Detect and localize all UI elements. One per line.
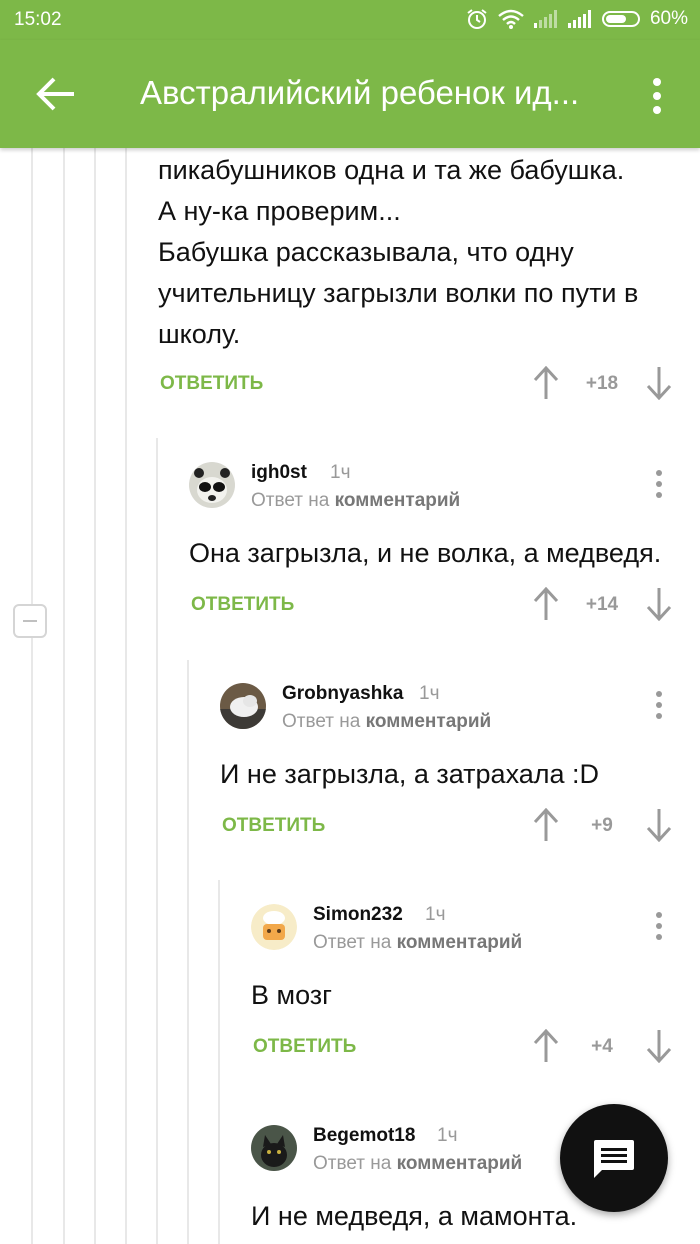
thread-line [218, 880, 220, 1244]
reply-button[interactable]: ОТВЕТИТЬ [160, 373, 263, 395]
comment-username[interactable]: Simon232 [313, 904, 403, 926]
reply-to-prefix: Ответ на [313, 1153, 392, 1174]
comment-username[interactable]: Grobnyashka [282, 683, 403, 705]
comment-score: +14 [585, 594, 619, 615]
comment-score: +9 [591, 815, 613, 836]
reply-to-line: Ответ на комментарий [313, 1153, 522, 1175]
wifi-icon [498, 9, 524, 29]
comment-text: В мозг [251, 980, 333, 1010]
reply-to-line: Ответ на комментарий [313, 932, 522, 954]
thread-line [187, 660, 189, 1244]
black-cat-avatar-icon [251, 1125, 297, 1171]
avatar[interactable] [251, 1125, 297, 1171]
new-comment-fab[interactable] [560, 1104, 668, 1212]
page-title: Австралийский ребенок ид... [140, 74, 580, 111]
reply-to-link[interactable]: комментарий [397, 1153, 523, 1174]
battery-icon [601, 11, 640, 27]
thread-line [125, 148, 127, 1244]
cat-photo-avatar-icon [220, 683, 266, 729]
avatar[interactable] [220, 683, 266, 729]
upvote-arrow-icon[interactable] [533, 808, 559, 842]
thread-line [63, 148, 65, 1244]
upvote-arrow-icon[interactable] [533, 587, 559, 621]
thread-line [156, 438, 158, 1244]
reply-to-link[interactable]: комментарий [397, 932, 523, 953]
battery-percent: 60% [649, 8, 688, 29]
comment-text-line: А ну-ка проверим... [158, 196, 401, 226]
signal-weak-icon [533, 10, 557, 28]
comment-text-line: учительницу загрызли волки по пути в [158, 278, 639, 308]
comment-menu-icon[interactable] [654, 691, 664, 725]
comment-score: +18 [585, 373, 619, 394]
downvote-arrow-icon[interactable] [646, 1029, 672, 1063]
downvote-arrow-icon[interactable] [646, 808, 672, 842]
comment-menu-icon[interactable] [654, 912, 664, 946]
comment-time: 1ч [330, 462, 351, 483]
reply-to-line: Ответ на комментарий [282, 711, 491, 733]
comment-time: 1ч [425, 904, 446, 925]
chef-avatar-icon [251, 904, 297, 950]
reply-to-prefix: Ответ на [313, 932, 392, 953]
collapse-thread-button[interactable] [13, 604, 47, 638]
app-bar: Австралийский ребенок ид... [0, 40, 700, 148]
comment-icon [594, 1140, 634, 1178]
comment-text-line: Бабушка рассказывала, что одну [158, 237, 574, 267]
comment-text: И не медведя, а мамонта. [251, 1201, 578, 1231]
comment-text: И не загрызла, а затрахала :D [220, 759, 600, 789]
comment-text-line: пикабушников одна и та же бабушка. [158, 155, 625, 185]
more-menu-icon[interactable] [646, 76, 668, 116]
reply-to-prefix: Ответ на [282, 711, 361, 732]
avatar[interactable] [189, 462, 235, 508]
downvote-arrow-icon[interactable] [646, 587, 672, 621]
upvote-arrow-icon[interactable] [533, 1029, 559, 1063]
status-time: 15:02 [14, 9, 62, 30]
comment-username[interactable]: Begemot18 [313, 1125, 415, 1147]
comment-time: 1ч [437, 1125, 458, 1146]
comment-score: +4 [591, 1036, 613, 1057]
reply-to-prefix: Ответ на [251, 490, 330, 511]
reply-to-link[interactable]: комментарий [335, 490, 461, 511]
comment-text: Она загрызла, и не волка, а медведя. [189, 538, 662, 568]
reply-to-link[interactable]: комментарий [366, 711, 492, 732]
back-arrow-icon[interactable] [34, 74, 76, 114]
reply-button[interactable]: ОТВЕТИТЬ [191, 594, 294, 616]
signal-full-icon [567, 10, 591, 28]
panda-avatar-icon [189, 462, 235, 508]
status-icons: 60% [466, 8, 688, 30]
comment-time: 1ч [419, 683, 440, 704]
reply-button[interactable]: ОТВЕТИТЬ [222, 815, 325, 837]
downvote-arrow-icon[interactable] [646, 366, 672, 400]
comment-text-line: школу. [158, 319, 241, 349]
thread-line [31, 148, 33, 1244]
comment-username[interactable]: igh0st [251, 462, 307, 484]
comment-menu-icon[interactable] [654, 470, 664, 504]
avatar[interactable] [251, 904, 297, 950]
thread-line [94, 148, 96, 1244]
reply-to-line: Ответ на комментарий [251, 490, 460, 512]
status-bar: 15:02 60% [0, 0, 700, 40]
upvote-arrow-icon[interactable] [533, 366, 559, 400]
alarm-icon [467, 9, 487, 29]
reply-button[interactable]: ОТВЕТИТЬ [253, 1036, 356, 1058]
